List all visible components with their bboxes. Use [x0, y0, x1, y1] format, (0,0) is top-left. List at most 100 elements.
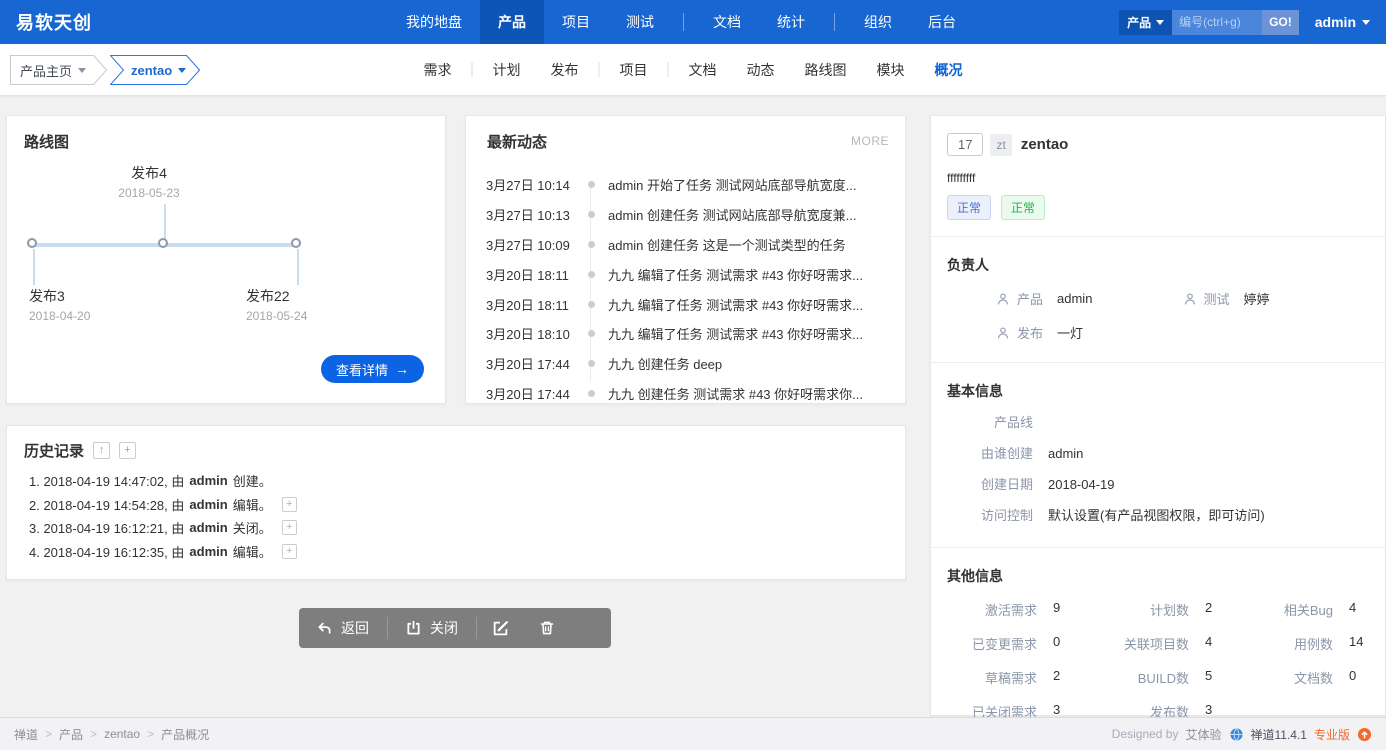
chevron-down-icon — [78, 68, 86, 73]
nav-item-product[interactable]: 产品 — [480, 0, 544, 44]
nav-item-backend[interactable]: 后台 — [910, 0, 974, 44]
tab-dynamic[interactable]: 动态 — [732, 60, 790, 80]
other-info-title: 其他信息 — [947, 566, 1369, 586]
view-detail-button[interactable]: 查看详情 → — [321, 355, 424, 383]
stat-value[interactable]: 4 — [1205, 634, 1223, 653]
edition-link[interactable]: 专业版 — [1314, 726, 1350, 743]
designer-link[interactable]: 艾体验 — [1185, 726, 1221, 743]
product-description: fffffffff — [931, 156, 1385, 185]
expand-all-icon[interactable]: + — [119, 442, 136, 459]
footer: 禅道 > 产品 > zentao > 产品概况 Designed by 艾体验 … — [0, 717, 1386, 750]
more-link[interactable]: MORE — [851, 134, 889, 148]
dynamics-text[interactable]: 九九 创建任务 测试需求 #43 你好呀需求你... — [608, 384, 893, 403]
expand-history-icon[interactable]: + — [282, 520, 297, 535]
nav-item-project[interactable]: 项目 — [544, 0, 608, 44]
search-scope-select[interactable]: 产品 — [1119, 10, 1172, 35]
nav-item-test[interactable]: 测试 — [608, 0, 672, 44]
user-menu[interactable]: admin — [1315, 14, 1370, 30]
nav-item-stats[interactable]: 统计 — [759, 0, 823, 44]
arrow-right-icon: → — [395, 361, 409, 377]
info-row: 由谁创建 admin — [947, 446, 1369, 462]
edit-pencil-icon — [492, 620, 509, 637]
timeline-point[interactable] — [158, 238, 168, 248]
stat-value[interactable]: 5 — [1205, 668, 1223, 687]
owner-name[interactable]: 一灯 — [1057, 323, 1083, 342]
dynamics-text[interactable]: admin 创建任务 测试网站底部导航宽度兼... — [608, 205, 893, 224]
info-value: 默认设置(有产品视图权限，即可访问) — [1048, 508, 1265, 524]
milestone-name[interactable]: 发布4 — [89, 163, 209, 183]
dynamics-text[interactable]: 九九 创建任务 deep — [608, 354, 893, 373]
footer-crumb-overview[interactable]: 产品概况 — [161, 726, 209, 743]
milestone-name[interactable]: 发布3 — [29, 286, 90, 306]
product-code-badge[interactable]: zt — [990, 134, 1011, 156]
tab-overview[interactable]: 概况 — [920, 60, 978, 80]
expand-history-icon[interactable]: + — [282, 497, 297, 512]
breadcrumb-current-product[interactable]: zentao — [110, 55, 200, 85]
footer-crumb-zentao[interactable]: 禅道 — [14, 726, 38, 743]
stat-value[interactable]: 14 — [1349, 634, 1367, 653]
history-text: 3. 2018-04-19 16:12:21, 由 — [29, 518, 184, 537]
stat-value[interactable]: 0 — [1349, 668, 1367, 687]
tab-plan[interactable]: 计划 — [478, 60, 536, 80]
stat-value[interactable]: 9 — [1053, 600, 1071, 619]
top-navbar: 易软天创 我的地盘 产品 项目 测试 文档 统计 组织 后台 产品 GO! — [0, 0, 1386, 44]
dynamics-text[interactable]: 九九 编辑了任务 测试需求 #43 你好呀需求... — [608, 295, 893, 314]
view-detail-label: 查看详情 — [336, 360, 388, 379]
footer-crumb-product[interactable]: 产品 — [59, 726, 83, 743]
stat-value[interactable]: 0 — [1053, 634, 1071, 653]
nav-item-doc[interactable]: 文档 — [695, 0, 759, 44]
edit-button[interactable] — [477, 608, 524, 648]
person-icon — [1183, 292, 1197, 306]
timeline-point[interactable] — [291, 238, 301, 248]
milestone-name[interactable]: 发布22 — [246, 286, 307, 306]
dynamics-item: 3月20日 17:44 九九 创建任务 deep — [486, 349, 893, 379]
stats-grid: 激活需求 9 计划数 2 相关Bug 4 已变更需求 0 关联项目数 4 — [947, 600, 1369, 731]
roadmap-title: 路线图 — [24, 131, 69, 152]
go-button[interactable]: GO! — [1262, 10, 1299, 35]
tab-divider — [472, 62, 473, 77]
chevron-down-icon — [1156, 20, 1164, 25]
upgrade-icon[interactable] — [1357, 727, 1372, 742]
search-input[interactable] — [1172, 10, 1262, 35]
dot-icon — [578, 390, 604, 397]
brand-logo[interactable]: 易软天创 — [0, 0, 108, 44]
dynamics-text[interactable]: admin 开始了任务 测试网站底部导航宽度... — [608, 175, 893, 194]
tab-module[interactable]: 模块 — [862, 60, 920, 80]
tab-story[interactable]: 需求 — [409, 60, 467, 80]
nav-item-org[interactable]: 组织 — [846, 0, 910, 44]
breadcrumb-product-home[interactable]: 产品主页 — [10, 55, 107, 85]
breadcrumb-home-label: 产品主页 — [20, 61, 72, 80]
history-title: 历史记录 — [24, 440, 84, 461]
history-item: 4. 2018-04-19 16:12:35, 由 admin 编辑。 + — [7, 540, 905, 564]
tab-release[interactable]: 发布 — [536, 60, 594, 80]
dynamics-text[interactable]: admin 创建任务 这是一个测试类型的任务 — [608, 235, 893, 254]
delete-button[interactable] — [524, 608, 570, 648]
other-info-section: 其他信息 激活需求 9 计划数 2 相关Bug 4 已变更需求 0 — [931, 547, 1385, 739]
expand-history-icon[interactable]: + — [282, 544, 297, 559]
stat-value[interactable]: 2 — [1205, 600, 1223, 619]
footer-crumb-product-name[interactable]: zentao — [104, 727, 140, 741]
crumb-separator: > — [45, 727, 52, 741]
history-text: 1. 2018-04-19 14:47:02, 由 — [29, 471, 184, 490]
owner-name[interactable]: admin — [1057, 291, 1092, 306]
stat-item: 已变更需求 0 — [947, 634, 1071, 653]
trash-icon — [539, 620, 555, 636]
nav-item-my[interactable]: 我的地盘 — [388, 0, 480, 44]
back-button[interactable]: 返回 — [299, 608, 387, 648]
stat-value[interactable]: 2 — [1053, 668, 1071, 687]
stat-value[interactable]: 4 — [1349, 600, 1367, 619]
owner-name[interactable]: 婷婷 — [1244, 289, 1270, 308]
tab-doc[interactable]: 文档 — [674, 60, 732, 80]
milestone-label: 发布22 2018-05-24 — [246, 286, 307, 323]
version-link[interactable]: 禅道11.4.1 — [1251, 726, 1307, 743]
tab-project[interactable]: 项目 — [605, 60, 663, 80]
close-product-button[interactable]: 关闭 — [388, 608, 476, 648]
info-value: 2018-04-19 — [1048, 477, 1115, 493]
dynamics-text[interactable]: 九九 编辑了任务 测试需求 #43 你好呀需求... — [608, 324, 893, 343]
stat-item: 关联项目数 4 — [1077, 634, 1223, 653]
dynamics-text[interactable]: 九九 编辑了任务 测试需求 #43 你好呀需求... — [608, 265, 893, 284]
timeline-point[interactable] — [27, 238, 37, 248]
reverse-order-icon[interactable]: ↑ — [93, 442, 110, 459]
dynamics-time: 3月27日 10:13 — [486, 205, 578, 224]
tab-roadmap[interactable]: 路线图 — [790, 60, 862, 80]
